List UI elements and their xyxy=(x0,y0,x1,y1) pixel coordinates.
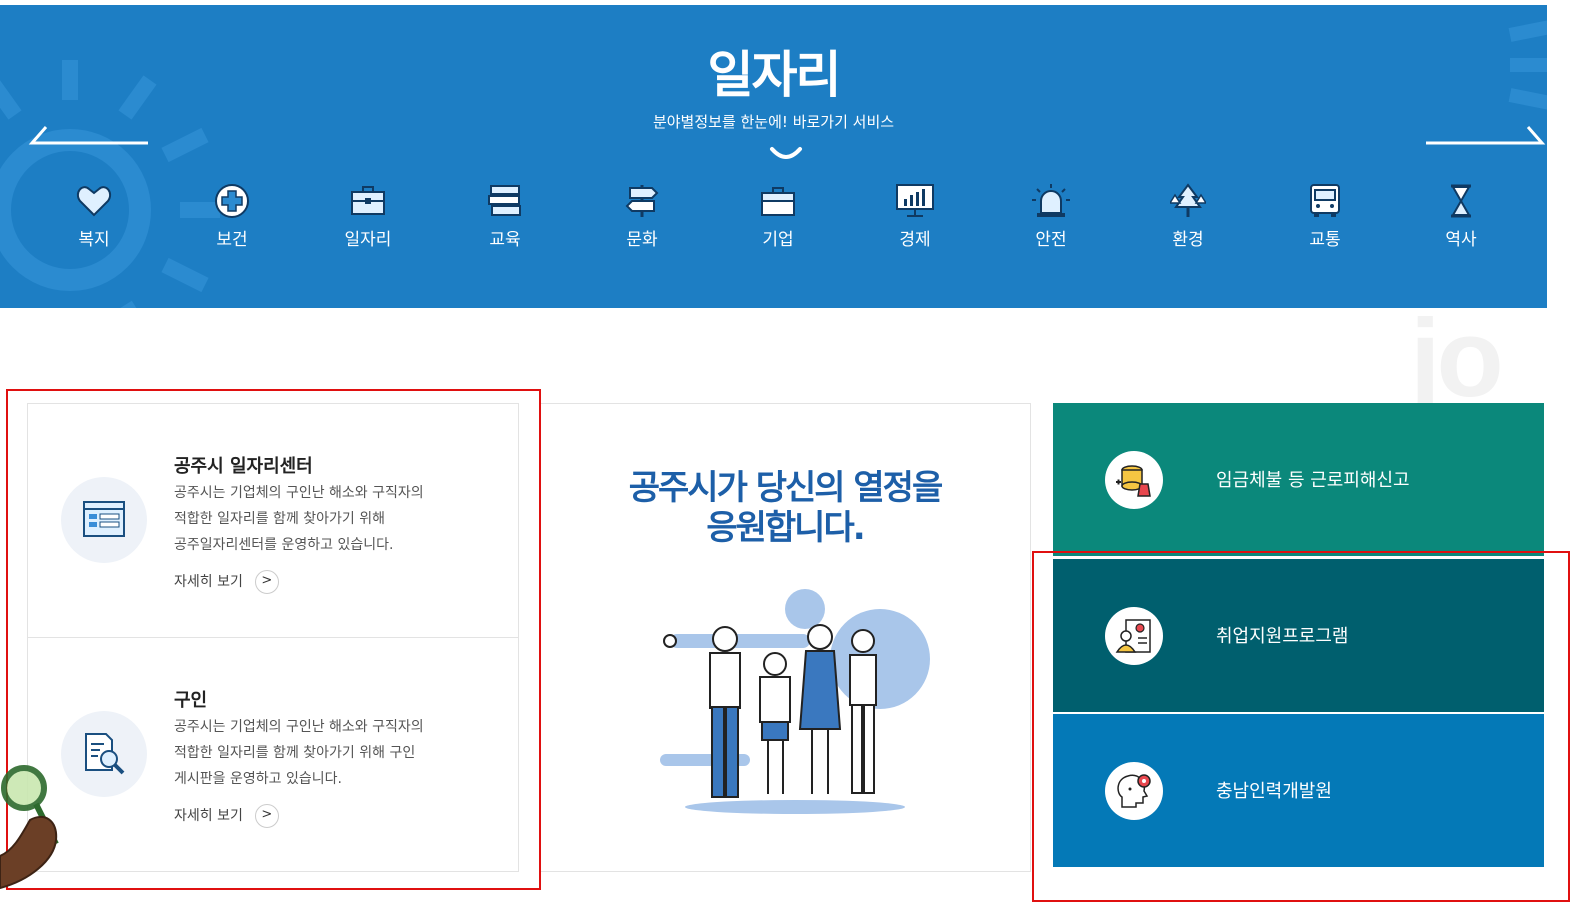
quick-link-icon-circle xyxy=(1105,607,1163,665)
briefcase-icon xyxy=(351,186,385,215)
category-label: 문화 xyxy=(626,230,658,250)
category-label: 안전 xyxy=(1035,230,1067,250)
service-description: 공주시는 기업체의 구인난 해소와 구직자의 적합한 일자리를 함께 찾아가기 … xyxy=(174,485,424,553)
job-services-panel: 공주시 일자리센터 공주시는 기업체의 구인난 해소와 구직자의 적합한 일자리… xyxy=(27,403,519,872)
category-label: 환경 xyxy=(1172,230,1204,250)
chevron-right-icon: > xyxy=(254,804,279,828)
category-health[interactable]: 보건 xyxy=(177,183,287,250)
service-recruitment: 구인 공주시는 기업체의 구인난 해소와 구직자의 적합한 일자리를 함께 찾아… xyxy=(28,638,518,871)
magnifier-cursor-icon xyxy=(0,765,59,890)
chart-monitor-icon xyxy=(896,184,934,217)
quick-link-employment-program[interactable]: 취업지원프로그램 xyxy=(1053,559,1544,712)
alarm-light-icon xyxy=(1032,184,1070,217)
category-label: 보건 xyxy=(216,230,248,250)
category-label: 교육 xyxy=(489,230,521,250)
chevron-right-icon: > xyxy=(254,570,279,594)
previous-arrow-icon[interactable] xyxy=(26,123,150,149)
category-label: 경제 xyxy=(899,230,931,250)
service-icon-circle xyxy=(61,477,147,563)
banner-subtitle: 분야별정보를 한눈에! 바로가기 서비스 xyxy=(652,113,895,131)
category-culture[interactable]: 문화 xyxy=(587,183,697,250)
service-icon-circle xyxy=(61,711,147,797)
category-history[interactable]: 역사 xyxy=(1406,183,1516,250)
view-more-link[interactable]: 자세히 보기 > xyxy=(174,804,279,828)
profile-document-icon xyxy=(1115,619,1151,653)
service-job-center: 공주시 일자리센터 공주시는 기업체의 구인난 해소와 구직자의 적합한 일자리… xyxy=(28,404,518,637)
category-welfare[interactable]: 복지 xyxy=(39,183,149,250)
category-label: 역사 xyxy=(1445,230,1477,250)
category-jobs[interactable]: 일자리 xyxy=(313,183,423,250)
category-safety[interactable]: 안전 xyxy=(996,183,1106,250)
quick-link-label: 충남인력개발원 xyxy=(1216,781,1332,802)
books-icon xyxy=(488,185,521,216)
category-education[interactable]: 교육 xyxy=(450,183,560,250)
service-description: 공주시는 기업체의 구인난 해소와 구직자의 적합한 일자리를 함께 찾아가기 … xyxy=(174,719,424,787)
quick-link-chungnam-hrd[interactable]: 충남인력개발원 xyxy=(1053,714,1544,867)
service-title: 구인 xyxy=(174,690,208,711)
window-list-icon xyxy=(83,501,125,537)
team-illustration xyxy=(660,589,930,814)
next-arrow-icon[interactable] xyxy=(1424,123,1547,149)
coin-stack-icon xyxy=(1116,465,1151,497)
view-more-link[interactable]: 자세히 보기 > xyxy=(174,570,279,594)
category-label: 일자리 xyxy=(344,230,392,250)
page-title: 일자리 xyxy=(707,46,842,104)
category-label: 교통 xyxy=(1309,230,1341,250)
quick-link-label: 취업지원프로그램 xyxy=(1216,626,1349,647)
category-business[interactable]: 기업 xyxy=(723,183,833,250)
category-traffic[interactable]: 교통 xyxy=(1270,183,1380,250)
slogan-panel: 공주시가 당신의 열정을 응원합니다. xyxy=(540,403,1031,872)
document-search-icon xyxy=(85,733,125,775)
signpost-icon xyxy=(625,185,659,217)
category-label: 기업 xyxy=(762,230,794,250)
chevron-down-icon xyxy=(770,147,802,159)
slogan-text: 공주시가 당신의 열정을 응원합니다. xyxy=(628,468,943,548)
quick-link-label: 임금체불 등 근로피해신고 xyxy=(1216,470,1410,491)
service-title: 공주시 일자리센터 xyxy=(174,456,313,477)
hourglass-icon xyxy=(1451,184,1471,218)
category-environment[interactable]: 환경 xyxy=(1133,183,1243,250)
trees-icon xyxy=(1170,183,1206,217)
quick-link-icon-circle xyxy=(1105,451,1163,509)
quick-link-icon-circle xyxy=(1105,762,1163,820)
category-economy[interactable]: 경제 xyxy=(860,183,970,250)
category-label: 복지 xyxy=(78,230,110,250)
quick-link-wage-report[interactable]: 임금체불 등 근로피해신고 xyxy=(1053,403,1544,556)
heart-icon xyxy=(76,186,112,217)
category-banner: 일자리 분야별정보를 한눈에! 바로가기 서비스 복지 보건 일자리 교육 문화… xyxy=(0,5,1547,308)
medical-cross-icon xyxy=(215,184,249,218)
head-gear-icon xyxy=(1117,774,1151,808)
suitcase-icon xyxy=(761,187,795,216)
bus-icon xyxy=(1310,184,1340,217)
